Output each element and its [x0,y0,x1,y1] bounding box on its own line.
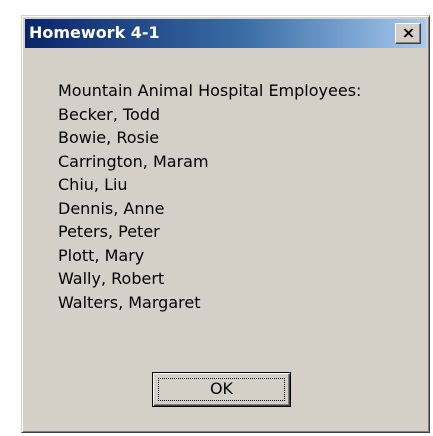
employee-item: Becker, Todd [58,104,161,124]
employee-item: Wally, Robert [58,269,165,288]
message-heading: Mountain Animal Hospital Employees: [58,81,362,100]
employee-item: Plott, Mary [58,245,145,265]
message-text: Mountain Animal Hospital Employees: Beck… [58,79,361,314]
close-icon [403,28,414,38]
close-button[interactable] [395,23,421,44]
ok-button-label: OK [209,379,234,398]
employee-item: Carrington, Maram [58,151,209,171]
title-bar[interactable]: Homework 4-1 [25,19,426,48]
ok-button[interactable]: OK [152,372,291,407]
employee-item: Dennis, Anne [58,198,165,218]
employee-item: Walters, Margaret [58,292,201,312]
employee-item: Peters, Peter [58,222,160,241]
employee-item: Bowie, Rosie [58,128,160,147]
message-box-window: Homework 4-1 Mountain Animal Hospital Em… [21,15,430,433]
employee-item: Chiu, Liu [58,175,128,194]
window-title: Homework 4-1 [29,23,160,42]
